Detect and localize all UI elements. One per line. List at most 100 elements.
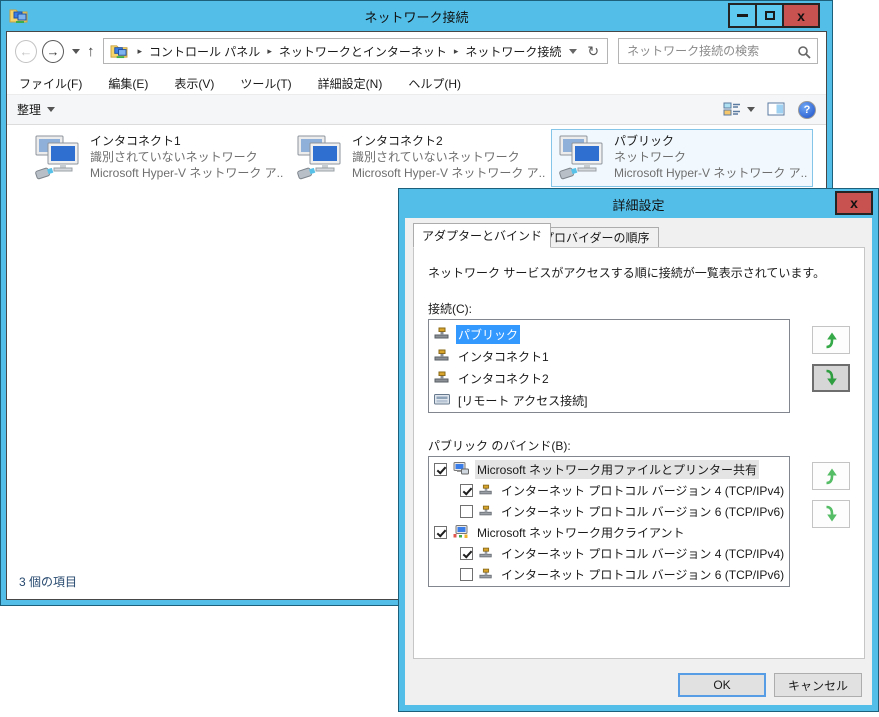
connection-name: インタコネクト2 [352,133,545,149]
search-box [618,38,818,64]
protocol-icon [479,505,493,519]
menu-bar: ファイル(F) 編集(E) 表示(V) ツール(T) 詳細設定(N) ヘルプ(H) [7,72,826,94]
checkbox-checked[interactable] [460,484,473,497]
menu-item-3[interactable]: ツール(T) [240,75,291,92]
connections-move-up-button[interactable] [812,326,850,354]
dialog-title: 詳細設定 [399,195,878,214]
maximize-icon [765,11,775,20]
back-icon: ← [19,44,32,59]
breadcrumb-separator-icon: ▸ [137,46,142,57]
bindings-item-label: Microsoft ネットワーク用ファイルとプリンター共有 [475,460,759,479]
menu-item-5[interactable]: ヘルプ(H) [408,75,461,92]
connection-item-2[interactable]: パブリックネットワークMicrosoft Hyper-V ネットワーク ア... [551,129,813,187]
network-client-icon [453,525,469,541]
connection-device: Microsoft Hyper-V ネットワーク ア... [352,165,545,181]
bindings-move-down-button[interactable] [812,500,850,528]
connections-list-item-3[interactable]: [リモート アクセス接続] [429,389,789,411]
bindings-list-item-3[interactable]: Microsoft ネットワーク用クライアント [429,522,789,543]
ok-button[interactable]: OK [678,673,766,697]
titlebar[interactable]: ネットワーク接続 x [1,1,832,31]
search-input[interactable] [619,39,817,63]
connection-name: インタコネクト1 [90,133,283,149]
menu-item-2[interactable]: 表示(V) [174,75,214,92]
connection-icon [557,133,607,186]
help-icon[interactable]: ? [798,101,816,119]
tab-page-adapters-and-bindings: ネットワーク サービスがアクセスする順に接続が一覧表示されています。 接続(C)… [413,247,865,659]
up-button[interactable]: ↑ [87,43,95,60]
connections-item-label: インタコネクト1 [456,347,551,366]
connection-device: Microsoft Hyper-V ネットワーク ア... [614,165,807,181]
checkbox-checked[interactable] [434,526,447,539]
bindings-item-label: Microsoft ネットワーク用クライアント [475,523,687,542]
bindings-item-label: インターネット プロトコル バージョン 6 (TCP/IPv6) [499,502,786,521]
advanced-settings-dialog: 詳細設定 x アダプターとバインド プロバイダーの順序 ネットワーク サービスが… [398,188,879,712]
bindings-list-item-1[interactable]: インターネット プロトコル バージョン 4 (TCP/IPv4) [429,480,789,501]
cancel-button[interactable]: キャンセル [774,673,862,697]
breadcrumb-separator-icon: ▸ [454,46,459,57]
checkbox-unchecked[interactable] [460,568,473,581]
breadcrumb[interactable]: ▸コントロール パネル▸ネットワークとインターネット▸ネットワーク接続 ↻ [103,38,608,64]
bindings-list-item-2[interactable]: インターネット プロトコル バージョン 6 (TCP/IPv6) [429,501,789,522]
window-title: ネットワーク接続 [1,7,832,26]
network-adapter-icon [434,349,450,364]
address-bar: ← → ↑ ▸コントロール パネル▸ネットワークとインターネット▸ネットワーク接… [7,32,826,70]
command-toolbar: 整理 ? [7,94,826,125]
preview-pane-icon[interactable] [767,102,786,117]
bindings-list-item-4[interactable]: インターネット プロトコル バージョン 4 (TCP/IPv4) [429,543,789,564]
forward-button[interactable]: → [42,40,64,63]
network-adapter-icon [434,327,450,342]
menu-item-4[interactable]: 詳細設定(N) [318,75,383,92]
connection-item-0[interactable]: インタコネクト1識別されていないネットワークMicrosoft Hyper-V … [27,129,289,187]
bindings-item-label: インターネット プロトコル バージョン 6 (TCP/IPv6) [499,565,786,584]
dialog-titlebar[interactable]: 詳細設定 x [399,189,878,218]
search-icon[interactable] [797,45,811,59]
minimize-button[interactable] [728,3,757,28]
back-button[interactable]: ← [15,40,37,63]
connections-list-item-1[interactable]: インタコネクト1 [429,345,789,367]
checkbox-unchecked[interactable] [460,505,473,518]
connections-list-item-2[interactable]: インタコネクト2 [429,367,789,389]
bindings-listbox[interactable]: Microsoft ネットワーク用ファイルとプリンター共有インターネット プロト… [428,456,790,587]
change-view-button[interactable] [723,102,755,117]
minimize-icon [737,14,748,17]
connections-item-label: インタコネクト2 [456,369,551,388]
connection-item-text: インタコネクト1識別されていないネットワークMicrosoft Hyper-V … [90,133,283,181]
menu-item-1[interactable]: 編集(E) [108,75,148,92]
connection-item-1[interactable]: インタコネクト2識別されていないネットワークMicrosoft Hyper-V … [289,129,551,187]
breadcrumb-item-0[interactable]: コントロール パネル [149,43,260,60]
connections-list-item-0[interactable]: パブリック [429,323,789,345]
bindings-move-up-button[interactable] [812,462,850,490]
close-button[interactable]: x [782,3,820,28]
item-count: 3 個の項目 [19,573,77,590]
bindings-list-item-0[interactable]: Microsoft ネットワーク用ファイルとプリンター共有 [429,459,789,480]
history-dropdown-icon[interactable] [72,49,80,54]
connection-item-text: インタコネクト2識別されていないネットワークMicrosoft Hyper-V … [352,133,545,181]
connections-label: 接続(C): [428,300,472,317]
bindings-list-item-5[interactable]: インターネット プロトコル バージョン 6 (TCP/IPv6) [429,564,789,585]
forward-icon: → [46,44,59,59]
tab-provider-order[interactable]: プロバイダーの順序 [533,227,659,248]
breadcrumb-item-2[interactable]: ネットワーク接続 [465,43,561,60]
checkbox-checked[interactable] [460,547,473,560]
arrow-down-icon [821,368,841,388]
arrow-down-icon [821,504,841,524]
protocol-icon [479,547,493,561]
checkbox-checked[interactable] [434,463,447,476]
maximize-button[interactable] [755,3,784,28]
menu-item-0[interactable]: ファイル(F) [19,75,82,92]
bindings-item-label: インターネット プロトコル バージョン 4 (TCP/IPv4) [499,544,786,563]
address-dropdown-icon[interactable] [569,49,577,54]
view-list-icon [723,102,742,117]
bindings-description: ネットワーク サービスがアクセスする順に接続が一覧表示されています。 [428,264,825,281]
connections-listbox[interactable]: パブリックインタコネクト1 インタコネクト2[リモート アクセス接続] [428,319,790,413]
connection-device: Microsoft Hyper-V ネットワーク ア... [90,165,283,181]
connections-move-down-button[interactable] [812,364,850,392]
tab-adapters-and-bindings[interactable]: アダプターとバインド [413,223,551,248]
remote-access-icon [434,393,450,408]
breadcrumb-item-1[interactable]: ネットワークとインターネット [279,43,447,60]
view-dropdown-icon [747,107,755,112]
refresh-icon[interactable]: ↻ [587,43,599,60]
breadcrumb-path: ▸コントロール パネル▸ネットワークとインターネット▸ネットワーク接続 [130,43,561,60]
dialog-close-button[interactable]: x [835,191,873,215]
organize-button[interactable]: 整理 [17,101,55,118]
